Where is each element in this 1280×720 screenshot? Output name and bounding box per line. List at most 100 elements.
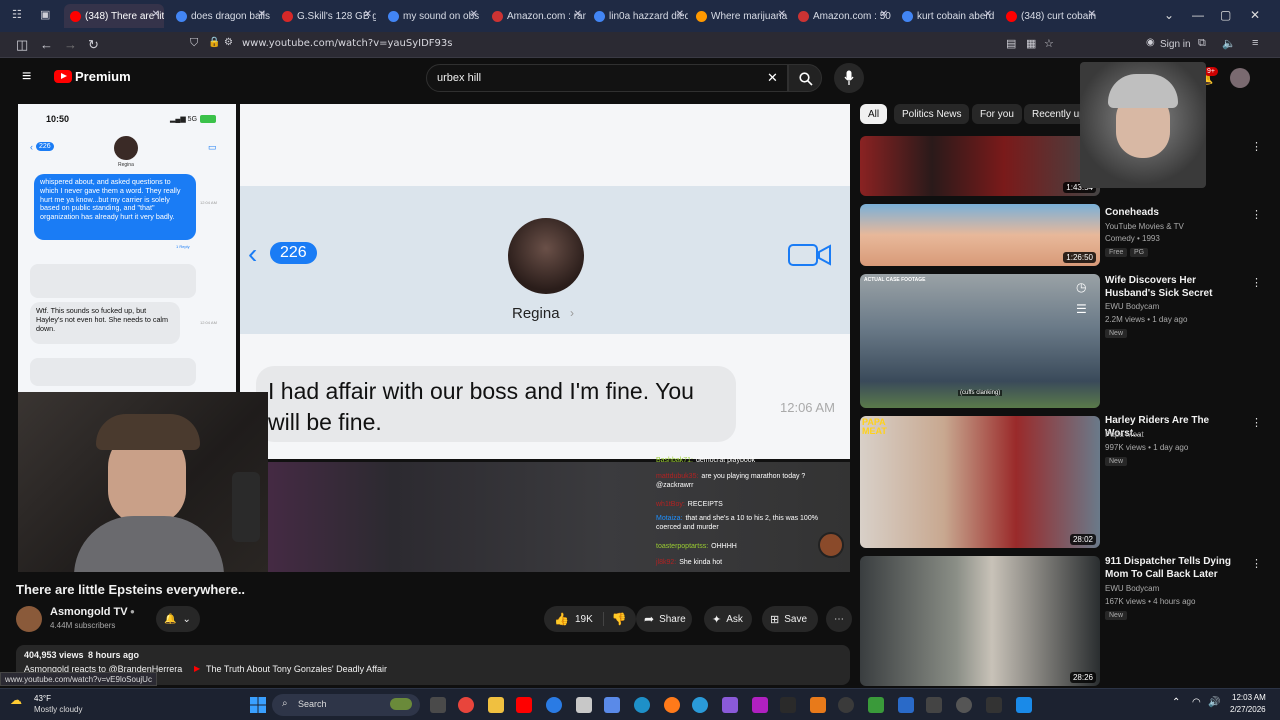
watch-later-icon[interactable]: ◷ (1076, 280, 1086, 294)
search-input[interactable]: urbex hill (437, 72, 481, 84)
tab-close-icon[interactable]: ✕ (470, 9, 478, 20)
channel-avatar[interactable] (16, 606, 42, 632)
voice-search-button[interactable] (834, 63, 864, 93)
file-explorer-icon[interactable] (488, 697, 504, 713)
url-field[interactable]: www.youtube.com/watch?v=yauSyIDF93s (242, 38, 453, 49)
youtube-premium-logo[interactable]: Premium (75, 69, 131, 84)
forward-icon[interactable]: → (64, 37, 77, 52)
clear-search-icon[interactable]: ✕ (767, 70, 778, 86)
volume-icon[interactable]: 🔈 (1222, 37, 1236, 50)
video-1-menu-icon[interactable]: ⋮ (1251, 140, 1262, 153)
add-to-queue-icon[interactable]: ☰ (1076, 302, 1087, 316)
weather-temp[interactable]: 43°F (34, 694, 51, 703)
tab-close-icon[interactable]: ✕ (574, 9, 582, 20)
lock-icon[interactable]: 🔒 (208, 37, 220, 48)
tab-close-icon[interactable]: ✕ (152, 9, 160, 20)
copilot-icon[interactable] (604, 697, 620, 713)
back-icon[interactable]: ← (40, 37, 53, 52)
browser-tab[interactable]: my sound on obs ✕ (382, 4, 482, 28)
channel-name[interactable]: Asmongold TV (50, 606, 128, 618)
browser-tab[interactable]: G.Skill's 128 GB g ✕ (276, 4, 376, 28)
ask-button[interactable]: ✦ Ask (704, 606, 752, 632)
video-thumbnail-3[interactable]: ACTUAL CASE FOOTAGE ◷ ☰ (cuffs clanking) (860, 274, 1100, 408)
browser-tab[interactable]: Amazon.com : ram ✕ (486, 4, 586, 28)
sidebar-toggle-icon[interactable]: ◫ (16, 37, 28, 53)
like-icon[interactable]: 👍 (554, 612, 569, 626)
video-2-channel[interactable]: YouTube Movies & TV (1105, 222, 1184, 232)
speaker-icon[interactable]: 🔊 (1208, 697, 1220, 708)
reload-icon[interactable]: ↻ (88, 37, 99, 53)
subscribed-button[interactable]: 🔔 ⌄ (156, 606, 200, 632)
edge-icon[interactable] (634, 697, 650, 713)
video-3-title[interactable]: Wife Discovers Her Husband's Sick Secret (1105, 274, 1243, 300)
taskbar-search[interactable]: ⌕ Search (272, 694, 420, 716)
app-icon-gray[interactable] (926, 697, 942, 713)
shield-icon[interactable]: ⛉ (190, 37, 198, 50)
video-5-menu-icon[interactable]: ⋮ (1251, 557, 1262, 570)
app-icon-purple[interactable] (722, 697, 738, 713)
firefox-icon[interactable] (664, 697, 680, 713)
video-3-menu-icon[interactable]: ⋮ (1251, 276, 1262, 289)
tab-close-icon[interactable]: ✕ (676, 9, 684, 20)
app-icon-magenta[interactable] (752, 697, 768, 713)
clock-date[interactable]: 2/27/2026 (1230, 705, 1266, 714)
chrome-icon[interactable] (458, 697, 474, 713)
task-view-icon[interactable] (430, 697, 446, 713)
chip-all[interactable]: All (860, 104, 888, 124)
permissions-icon[interactable]: ⚙ (224, 37, 233, 48)
tray-chevron-icon[interactable]: ⌃ (1172, 697, 1180, 708)
browser-tab[interactable]: (348) curt cobain ✕ (1000, 4, 1100, 28)
more-actions-button[interactable]: ⋯ (826, 606, 852, 632)
wifi-icon[interactable]: ◠ (1192, 697, 1201, 708)
browser-app-icon[interactable] (692, 697, 708, 713)
chip-for-you[interactable]: For you (972, 104, 1022, 124)
start-button[interactable] (250, 697, 266, 713)
save-button[interactable]: ⊞ Save (762, 606, 818, 632)
share-button[interactable]: ➦ Share (636, 606, 692, 632)
guide-menu-icon[interactable]: ≡ (22, 68, 31, 86)
browser-tab[interactable]: (348) There are littl ✕ (64, 4, 164, 28)
app-icon-circle[interactable] (956, 697, 972, 713)
video-thumbnail-1[interactable]: 1:43:54 (860, 136, 1100, 196)
like-count[interactable]: 19K (575, 614, 593, 625)
search-button[interactable] (788, 64, 822, 92)
tab-close-icon[interactable]: ✕ (778, 9, 786, 20)
tab-list-icon[interactable]: ⌄ (1164, 8, 1174, 22)
search-box[interactable]: urbex hill ✕ (426, 64, 788, 92)
avatar[interactable] (1230, 68, 1250, 88)
sign-in-button[interactable]: Sign in (1160, 39, 1191, 50)
video-3-channel[interactable]: EWU Bodycam (1105, 302, 1159, 312)
browser-tab[interactable]: Where marijuana i ✕ (690, 4, 790, 28)
video-5-channel[interactable]: EWU Bodycam (1105, 584, 1159, 594)
maximize-icon[interactable]: ▢ (1220, 8, 1231, 22)
tab-close-icon[interactable]: ✕ (880, 9, 888, 20)
bookmark-star-icon[interactable]: ☆ (1044, 37, 1054, 50)
app-icon-orange[interactable] (810, 697, 826, 713)
extensions-icon[interactable]: ⧉ (1198, 37, 1206, 50)
browser-tab[interactable]: does dragon balls ✕ (170, 4, 270, 28)
video-thumbnail-2[interactable]: 1:26:50 (860, 204, 1100, 266)
menu-icon[interactable]: ≡ (1252, 37, 1258, 49)
minimize-icon[interactable]: — (1192, 8, 1204, 22)
app-icon-green[interactable] (868, 697, 884, 713)
linked-video-title[interactable]: The Truth About Tony Gonzales' Deadly Af… (206, 664, 387, 674)
app-icon-play[interactable] (986, 697, 1002, 713)
chip-politics-news[interactable]: Politics News (894, 104, 970, 124)
video-2-menu-icon[interactable]: ⋮ (1251, 208, 1262, 221)
weather-icon[interactable]: ☁ (10, 693, 22, 707)
app-icon-blue[interactable] (898, 697, 914, 713)
video-2-title[interactable]: Coneheads (1105, 206, 1243, 219)
weather-condition[interactable]: Mostly cloudy (34, 705, 82, 714)
video-player[interactable]: 10:50 ▂▄▆ 5G ‹ 226 Regina ▭ whispered ab… (18, 104, 850, 572)
clock-time[interactable]: 12:03 AM (1232, 693, 1266, 702)
messenger-icon[interactable] (546, 697, 562, 713)
tab-menu-icon[interactable]: ☷ (12, 8, 22, 21)
tab-close-icon[interactable]: ✕ (1088, 9, 1096, 20)
dislike-icon[interactable]: 👎 (602, 612, 627, 626)
browser-tab[interactable]: Amazon.com : 50 ✕ (792, 4, 892, 28)
reader-view-icon[interactable]: ▤ (1006, 37, 1016, 50)
screenshot-icon[interactable]: ▦ (1026, 37, 1036, 50)
youtube-logo-icon[interactable] (54, 70, 72, 83)
tab-close-icon[interactable]: ✕ (364, 9, 372, 20)
tab-close-icon[interactable]: ✕ (258, 9, 266, 20)
